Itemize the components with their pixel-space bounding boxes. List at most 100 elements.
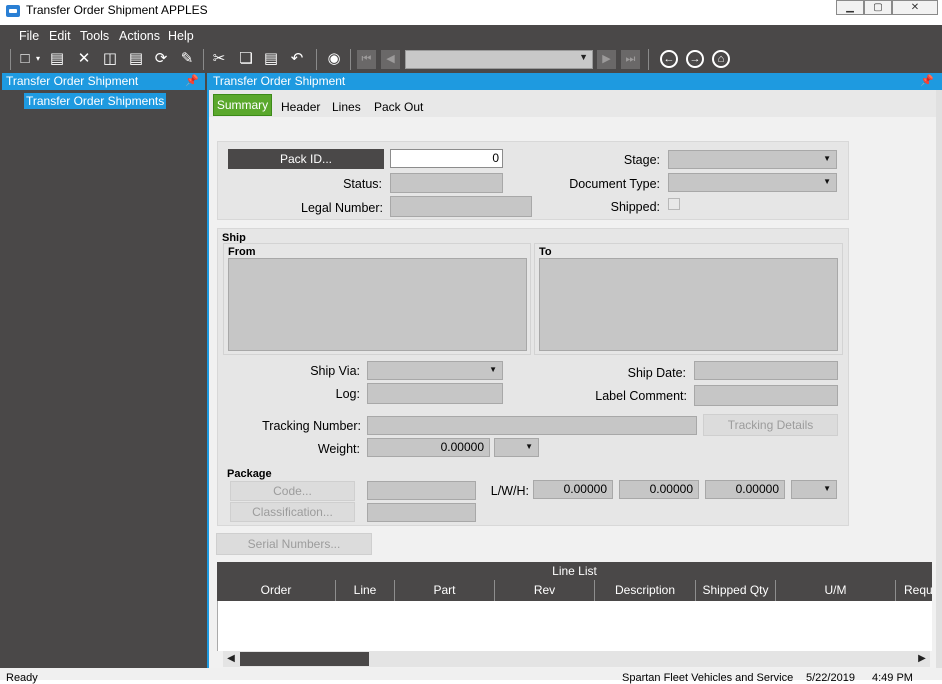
tree-view [3, 91, 205, 668]
stage-label: Stage: [623, 153, 660, 167]
undo-icon[interactable]: ↶ [288, 50, 306, 68]
column-header-description[interactable]: Description [595, 580, 696, 601]
status-field [390, 173, 503, 193]
back-icon[interactable]: ← [660, 50, 678, 68]
book-icon[interactable]: ◫ [101, 50, 119, 68]
status-label: Status: [343, 177, 382, 191]
chevron-down-icon: ▼ [823, 484, 831, 493]
from-address-field [228, 258, 527, 351]
code-button[interactable]: Code... [230, 481, 355, 501]
column-header-part[interactable]: Part [395, 580, 495, 601]
length-field: 0.00000 [533, 480, 613, 499]
weight-uom-dropdown[interactable]: ▼ [494, 438, 539, 457]
legal-number-field [390, 196, 532, 217]
paste-icon[interactable]: ▤ [262, 50, 280, 68]
copy-icon[interactable]: ❏ [237, 50, 255, 68]
new-dropdown-icon[interactable]: ▾ [34, 50, 42, 68]
main-panel-header: Transfer Order Shipment 📌 [209, 73, 942, 90]
code-field [367, 481, 476, 500]
search-icon[interactable]: ◉ [325, 50, 343, 68]
last-record-icon[interactable]: ⏭ [621, 50, 640, 69]
maximize-icon[interactable]: ▢ [864, 0, 892, 15]
pin-icon[interactable]: 📌 [185, 74, 199, 87]
classification-button[interactable]: Classification... [230, 502, 355, 522]
chevron-down-icon: ▼ [579, 52, 588, 62]
tracking-number-field [367, 416, 697, 435]
record-selector[interactable]: ▼ [405, 50, 593, 69]
status-date: 5/22/2019 [806, 672, 855, 684]
close-icon[interactable]: ✕ [892, 0, 938, 15]
menu-actions[interactable]: Actions [119, 29, 160, 43]
cut-icon[interactable]: ✂ [210, 50, 228, 68]
clear-icon[interactable]: ✎ [178, 50, 196, 68]
column-header-shipped-qty[interactable]: Shipped Qty [696, 580, 776, 601]
shipped-label: Shipped: [610, 200, 660, 214]
panel-edge [936, 90, 942, 668]
tracking-details-button[interactable]: Tracking Details [703, 414, 838, 436]
toolbar-separator [10, 49, 11, 70]
tree-panel-header: Transfer Order Shipment 📌 [2, 73, 205, 90]
package-title: Package [227, 468, 272, 480]
menu-file[interactable]: File [19, 29, 39, 43]
tab-summary[interactable]: Summary [213, 94, 272, 116]
column-header-um[interactable]: U/M [776, 580, 896, 601]
tab-header[interactable]: Header [281, 100, 320, 114]
ship-date-label: Ship Date: [627, 366, 686, 380]
forward-icon[interactable]: → [686, 50, 704, 68]
refresh-icon[interactable]: ⟳ [152, 50, 170, 68]
next-record-icon[interactable]: ▶ [597, 50, 616, 69]
column-header-rev[interactable]: Rev [495, 580, 595, 601]
width-field: 0.00000 [619, 480, 699, 499]
first-record-icon[interactable]: ⏮ [357, 50, 376, 69]
menu-help[interactable]: Help [168, 29, 194, 43]
weight-label: Weight: [317, 442, 360, 456]
ship-date-field [694, 361, 838, 380]
log-label: Log: [335, 387, 360, 401]
lwh-label: L/W/H: [490, 484, 529, 498]
shipped-checkbox[interactable] [668, 198, 680, 210]
to-address-field [539, 258, 838, 351]
status-company: Spartan Fleet Vehicles and Service [622, 672, 794, 684]
line-list-title: Line List [217, 562, 932, 580]
tab-pack-out[interactable]: Pack Out [374, 100, 423, 114]
tab-lines[interactable]: Lines [332, 100, 361, 114]
pack-id-button[interactable]: Pack ID... [228, 149, 384, 169]
dimension-uom-dropdown[interactable]: ▼ [791, 480, 837, 499]
scrollbar-thumb[interactable] [240, 652, 369, 666]
window-title: Transfer Order Shipment APPLES [26, 3, 208, 17]
menu-tools[interactable]: Tools [80, 29, 109, 43]
print-icon[interactable]: ▤ [127, 50, 145, 68]
prev-record-icon[interactable]: ◀ [381, 50, 400, 69]
column-header-requ[interactable]: Requ [896, 580, 932, 601]
status-bar [0, 668, 942, 680]
pin-icon[interactable]: 📌 [920, 74, 934, 87]
serial-numbers-button[interactable]: Serial Numbers... [216, 533, 372, 555]
status-time: 4:49 PM [872, 672, 913, 684]
weight-field: 0.00000 [367, 438, 490, 457]
toolbar-separator [316, 49, 317, 70]
height-field: 0.00000 [705, 480, 785, 499]
ship-via-dropdown[interactable]: ▼ [367, 361, 503, 380]
grid-body[interactable] [217, 601, 932, 651]
scroll-right-icon[interactable]: ▶ [914, 651, 930, 667]
chevron-down-icon: ▼ [823, 177, 831, 186]
menu-edit[interactable]: Edit [49, 29, 71, 43]
log-field [367, 383, 503, 404]
column-header-line[interactable]: Line [336, 580, 395, 601]
column-header-order[interactable]: Order [217, 580, 336, 601]
new-icon[interactable]: □ [16, 50, 34, 68]
scroll-left-icon[interactable]: ◀ [223, 651, 239, 667]
stage-dropdown[interactable]: ▼ [668, 150, 837, 169]
to-label: To [539, 246, 552, 258]
from-label: From [228, 246, 256, 258]
delete-icon[interactable]: ✕ [75, 50, 93, 68]
home-icon[interactable]: ⌂ [712, 50, 730, 68]
tree-item-transfer-order-shipments[interactable]: Transfer Order Shipments [24, 93, 167, 109]
minimize-icon[interactable]: ▁ [836, 0, 864, 15]
document-type-dropdown[interactable]: ▼ [668, 173, 837, 192]
chevron-down-icon: ▼ [525, 442, 533, 451]
pack-id-field[interactable]: 0 [390, 149, 503, 168]
chevron-down-icon: ▼ [823, 154, 831, 163]
save-icon[interactable]: ▤ [48, 50, 66, 68]
toolbar-separator [350, 49, 351, 70]
